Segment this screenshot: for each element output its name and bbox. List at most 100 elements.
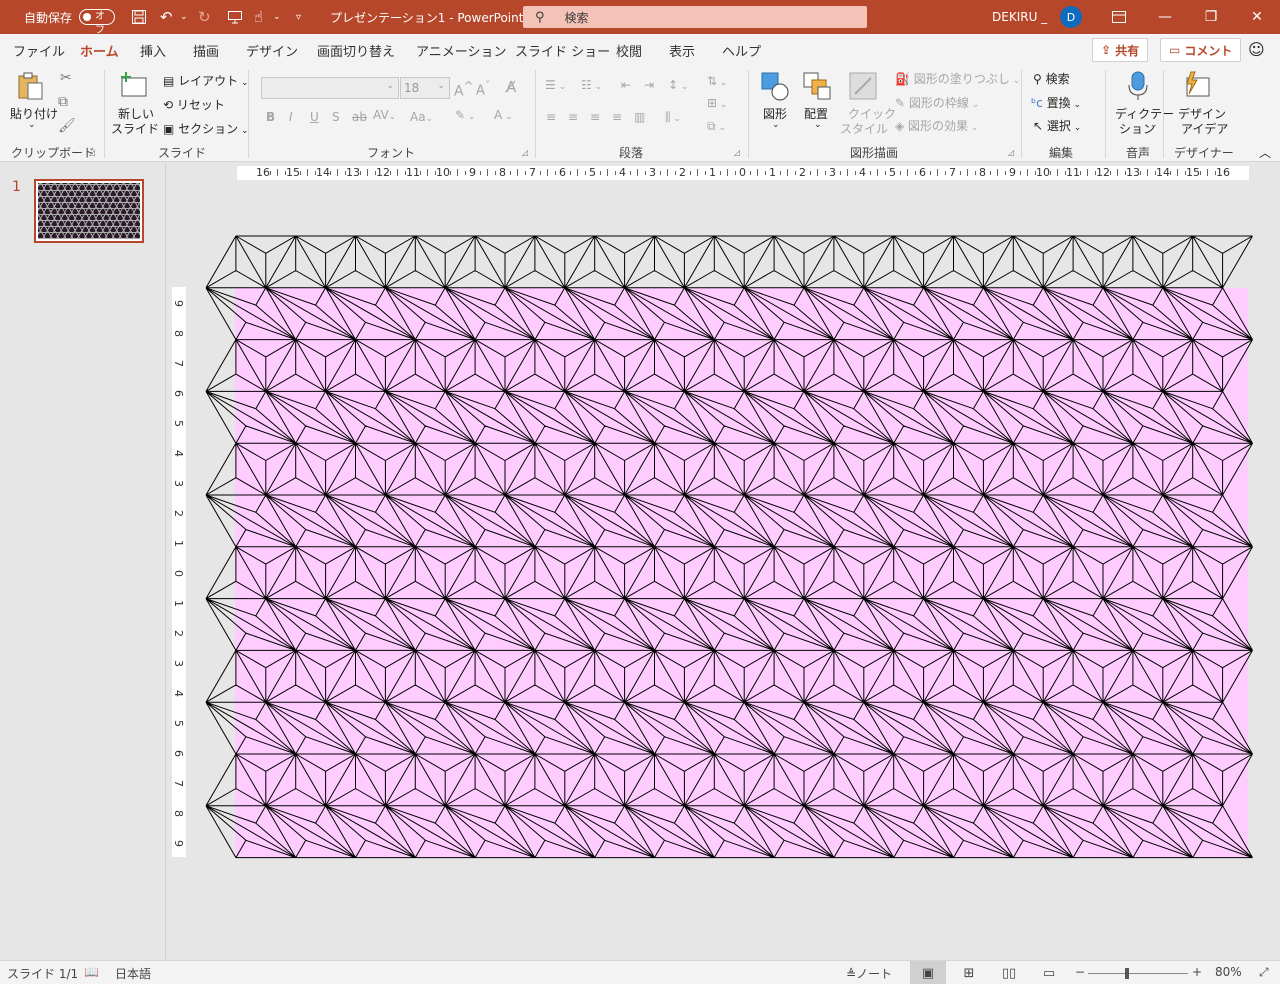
font-name-dropdown-icon[interactable]: ⌄	[386, 81, 394, 91]
fit-to-window-icon[interactable]: ⤢	[1259, 965, 1269, 980]
shape-fill-button[interactable]: ⛽ 図形の塗りつぶし ⌄	[895, 70, 1020, 87]
shape-effects-button[interactable]: ◈ 図形の効果 ⌄	[895, 117, 978, 134]
normal-view-icon[interactable]: ▣	[910, 961, 946, 984]
tab-help[interactable]: ヘルプ	[722, 41, 761, 60]
tab-view[interactable]: 表示	[669, 41, 695, 60]
share-button[interactable]: ⇪ 共有	[1092, 38, 1149, 62]
tab-review[interactable]: 校閲	[616, 41, 642, 60]
undo-icon[interactable]: ↶	[160, 0, 173, 34]
quick-styles-label-2[interactable]: スタイル	[840, 120, 888, 137]
shape-outline-button[interactable]: ✎ 図形の枠線 ⌄	[895, 94, 979, 111]
arrange-icon[interactable]	[802, 70, 834, 102]
paste-icon[interactable]	[14, 70, 46, 102]
bold-icon[interactable]: B	[266, 110, 275, 124]
columns-icon[interactable]: ⫼ ⌄	[665, 110, 681, 125]
find-button[interactable]: ⚲ 検索	[1033, 70, 1070, 87]
font-color-icon[interactable]: A ⌄	[494, 108, 513, 122]
autosave-toggle-wrap[interactable]: オフ	[79, 0, 115, 36]
feedback-smiley-icon[interactable]: ☺	[1248, 40, 1265, 59]
tab-transitions[interactable]: 画面切り替え	[317, 41, 395, 60]
section-button[interactable]: ▣ セクション ⌄	[163, 120, 249, 137]
tab-draw[interactable]: 描画	[193, 41, 219, 60]
font-size-combobox[interactable]: 18 ⌄	[400, 77, 450, 99]
restore-icon[interactable]: ❐	[1188, 0, 1234, 34]
slide-thumbnail[interactable]	[34, 179, 144, 243]
paragraph-launcher-icon[interactable]: ◿	[734, 148, 740, 157]
reset-button[interactable]: ⟲ リセット	[163, 96, 225, 113]
new-slide-icon[interactable]	[118, 70, 150, 102]
character-spacing-icon[interactable]: AV⌄	[373, 108, 396, 122]
shadow-icon[interactable]: S	[332, 110, 340, 124]
touch-mode-icon[interactable]: ☝	[254, 0, 263, 34]
slideshow-view-icon[interactable]: ▭	[1031, 961, 1067, 984]
numbering-icon[interactable]: ☷ ⌄	[581, 78, 602, 92]
align-center-icon[interactable]: ≡	[568, 110, 578, 124]
touch-dropdown-icon[interactable]: ⌄	[273, 0, 281, 34]
zoom-slider[interactable]	[1088, 973, 1188, 974]
close-icon[interactable]: ✕	[1234, 0, 1280, 34]
select-button[interactable]: ↖ 選択 ⌄	[1033, 117, 1081, 134]
avatar[interactable]: D	[1060, 6, 1082, 28]
save-icon[interactable]	[131, 0, 147, 34]
tab-slideshow[interactable]: スライド ショー	[515, 41, 610, 60]
align-text-icon[interactable]: ⊞ ⌄	[707, 96, 727, 110]
replace-button[interactable]: ᵇc 置換 ⌄	[1031, 94, 1081, 111]
copy-icon[interactable]: ⧉	[58, 94, 68, 110]
change-case-icon[interactable]: Aa⌄	[410, 110, 433, 124]
slide-editing-area[interactable]	[167, 163, 1280, 960]
strikethrough-icon[interactable]: ab	[352, 110, 367, 124]
user-name[interactable]: DEKIRU _	[992, 0, 1047, 34]
tab-animations[interactable]: アニメーション	[416, 41, 506, 60]
customize-qat-icon[interactable]: ▿	[296, 0, 301, 34]
ribbon-display-options-icon[interactable]	[1096, 0, 1142, 34]
format-painter-icon[interactable]: 🖌	[58, 118, 76, 134]
dictate-dropdown-icon[interactable]: ⌄	[1150, 120, 1158, 130]
comment-button[interactable]: ▭ コメント	[1160, 38, 1242, 62]
clipboard-launcher-icon[interactable]: ◿	[89, 148, 95, 157]
zoom-level[interactable]: 80%	[1215, 965, 1242, 979]
bullets-icon[interactable]: ☰ ⌄	[545, 78, 566, 92]
redo-icon[interactable]: ↻	[198, 0, 211, 34]
notes-button[interactable]: ≜ノート	[846, 965, 892, 982]
quick-styles-icon[interactable]	[847, 70, 879, 102]
align-left-icon[interactable]: ≡	[546, 110, 556, 124]
distributed-icon[interactable]: ▥	[634, 110, 645, 124]
layout-button[interactable]: ▤ レイアウト ⌄	[163, 72, 249, 89]
line-spacing-icon[interactable]: ↕ ⌄	[668, 78, 688, 92]
autosave-toggle[interactable]: オフ	[79, 9, 115, 36]
undo-dropdown-icon[interactable]: ⌄	[180, 0, 188, 34]
language-indicator[interactable]: 日本語	[115, 965, 151, 982]
present-icon[interactable]	[227, 0, 243, 34]
zoom-in-icon[interactable]: +	[1192, 965, 1202, 979]
increase-indent-icon[interactable]: ⇥	[644, 78, 654, 92]
font-size-dropdown-icon[interactable]: ⌄	[437, 81, 445, 91]
increase-font-icon[interactable]: A^	[454, 79, 473, 100]
design-ideas-label-2[interactable]: アイデア	[1181, 120, 1228, 137]
design-ideas-icon[interactable]	[1181, 70, 1213, 102]
spellcheck-icon[interactable]: 📖	[84, 965, 99, 979]
clear-formatting-icon[interactable]: A̸	[506, 78, 516, 96]
highlight-color-icon[interactable]: ✎ ⌄	[455, 108, 475, 122]
tab-insert[interactable]: 挿入	[140, 41, 166, 60]
italic-icon[interactable]: I	[289, 110, 293, 124]
search-input[interactable]: ⚲ 検索	[523, 6, 867, 28]
shapes-dropdown-icon[interactable]: ⌄	[772, 120, 780, 130]
tab-design[interactable]: デザイン	[246, 41, 298, 60]
arrange-dropdown-icon[interactable]: ⌄	[814, 120, 822, 130]
collapse-ribbon-icon[interactable]: ︿	[1259, 144, 1271, 161]
justify-icon[interactable]: ≡	[612, 110, 622, 124]
underline-icon[interactable]: U	[310, 110, 319, 124]
tab-home[interactable]: ホーム	[80, 41, 119, 66]
minimize-icon[interactable]: —	[1142, 0, 1188, 34]
reading-view-icon[interactable]: ▯▯	[991, 961, 1027, 984]
slide-sorter-icon[interactable]: ⊞	[951, 961, 987, 984]
decrease-font-icon[interactable]: Aˇ	[476, 79, 490, 98]
text-direction-icon[interactable]: ⇅ ⌄	[707, 74, 727, 88]
drawing-launcher-icon[interactable]: ◿	[1008, 148, 1014, 157]
smartart-icon[interactable]: ⧉ ⌄	[707, 119, 726, 134]
microphone-icon[interactable]	[1122, 70, 1154, 102]
cut-icon[interactable]: ✂	[60, 70, 72, 86]
zoom-slider-thumb[interactable]	[1125, 968, 1129, 979]
decrease-indent-icon[interactable]: ⇤	[621, 78, 631, 92]
zoom-out-icon[interactable]: −	[1075, 965, 1085, 979]
